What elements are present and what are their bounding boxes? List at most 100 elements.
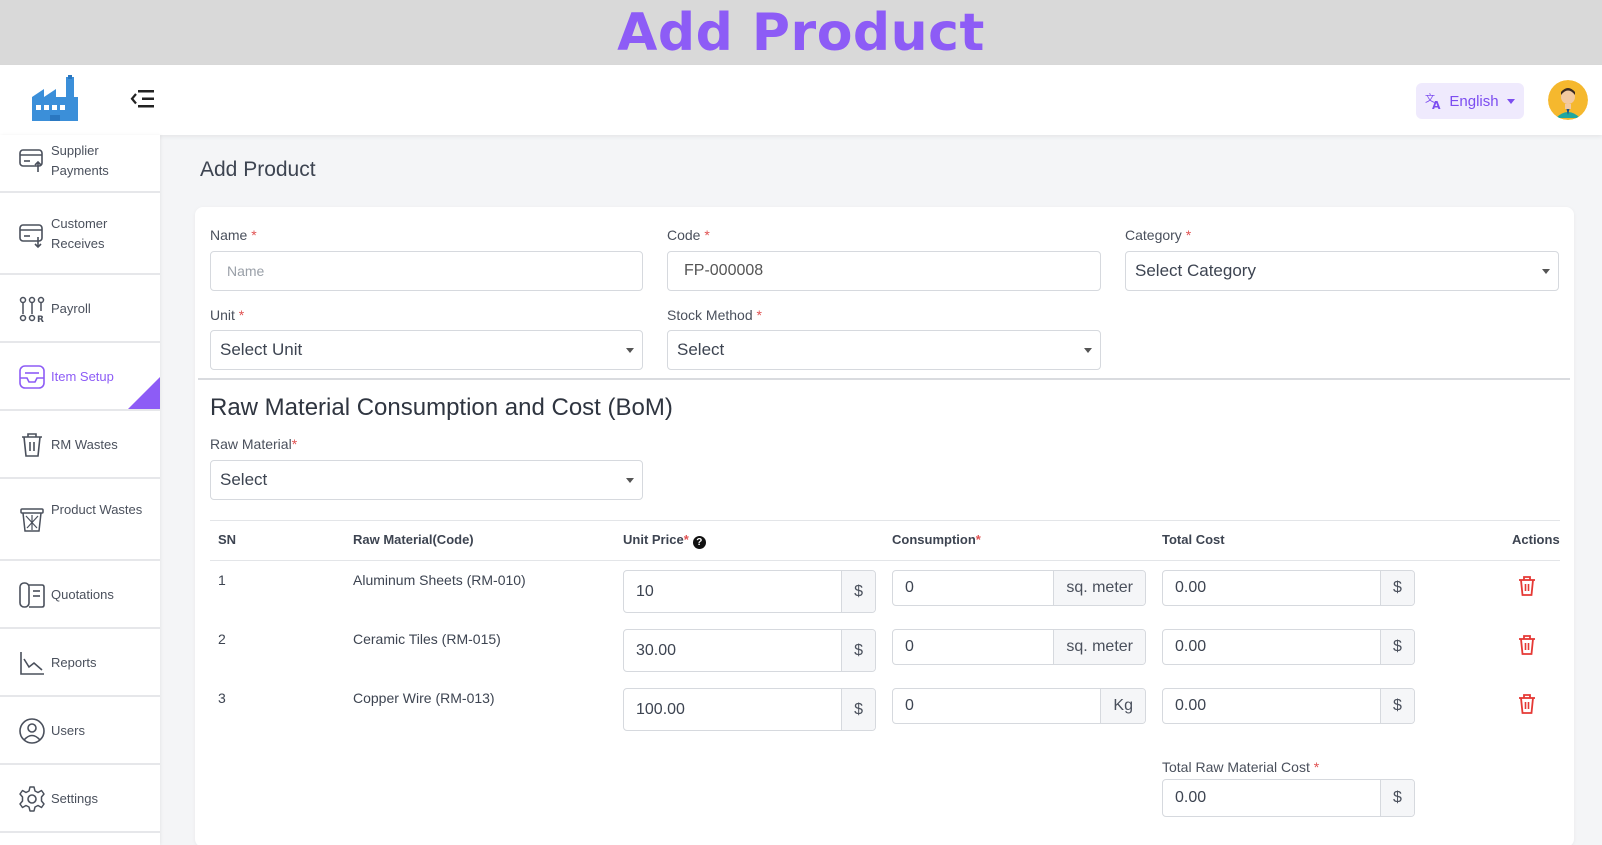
banner: Add Product: [0, 0, 1602, 65]
trash-icon: [22, 433, 42, 457]
chart-line-icon: [20, 652, 44, 675]
factory-logo-icon[interactable]: [32, 75, 80, 123]
active-indicator: [128, 377, 160, 409]
raw-material-label: Raw Material*: [210, 436, 298, 452]
sidebar-item-label: Product Wastes: [51, 502, 143, 517]
code-label: Code *: [667, 227, 710, 243]
sidebar-item-label: Customer Receives: [51, 216, 108, 251]
column-header-sn: SN: [218, 532, 237, 547]
chevron-down-icon: [1542, 269, 1550, 274]
unit-price-input[interactable]: 30.00 $: [623, 629, 876, 672]
sidebar-item-settings[interactable]: Settings: [0, 765, 160, 833]
table-header-border: [210, 560, 1560, 561]
currency-addon: $: [1380, 780, 1414, 816]
sidebar-item-label: Supplier Payments: [51, 143, 109, 178]
sidebar-item-reports[interactable]: Reports: [0, 629, 160, 697]
unit-addon: sq. meter: [1053, 571, 1145, 605]
user-avatar[interactable]: [1548, 80, 1588, 120]
sidebar-item-label: Settings: [51, 791, 98, 806]
waste-basket-icon: [20, 508, 44, 532]
column-header-unit-price: Unit Price*?: [623, 532, 706, 549]
bom-section-title: Raw Material Consumption and Cost (BoM): [210, 394, 673, 421]
help-icon[interactable]: ?: [692, 536, 706, 549]
row-sn: 3: [218, 690, 226, 706]
svg-text:A: A: [1432, 99, 1441, 110]
unit-addon: sq. meter: [1053, 630, 1145, 664]
total-raw-material-cost-label: Total Raw Material Cost *: [1162, 759, 1320, 775]
sidebar-item-label: Reports: [51, 655, 97, 670]
topbar: 文 A English: [0, 65, 1602, 135]
currency-addon: $: [1380, 630, 1414, 664]
section-divider: [198, 378, 1570, 380]
total-cost-input[interactable]: 0.00 $: [1162, 570, 1415, 606]
gear-icon: [19, 786, 45, 812]
customer-receives-icon: [19, 224, 43, 249]
name-label: Name *: [210, 227, 257, 243]
language-label: English: [1449, 92, 1499, 110]
row-material: Ceramic Tiles (RM-015): [353, 631, 501, 647]
quotations-icon: [19, 582, 45, 608]
chevron-down-icon: [626, 478, 634, 483]
delete-row-icon[interactable]: [1517, 693, 1537, 715]
row-material: Aluminum Sheets (RM-010): [353, 572, 526, 588]
menu-collapse-icon[interactable]: [130, 87, 156, 111]
sidebar: Supplier Payments Customer Receives R Pa…: [0, 135, 160, 845]
currency-addon: $: [1380, 571, 1414, 605]
consumption-input[interactable]: 0 sq. meter: [892, 629, 1146, 665]
unit-price-input[interactable]: 10 $: [623, 570, 876, 613]
unit-addon: Kg: [1100, 689, 1145, 723]
row-sn: 1: [218, 572, 226, 588]
sidebar-item-customer-receives[interactable]: Customer Receives: [0, 193, 160, 275]
sidebar-item-supplier-payments[interactable]: Supplier Payments: [0, 135, 160, 193]
stock-method-select[interactable]: Select: [667, 330, 1101, 370]
total-raw-material-cost-input[interactable]: 0.00 $: [1162, 779, 1415, 817]
unit-select[interactable]: Select Unit: [210, 330, 643, 370]
consumption-input[interactable]: 0 Kg: [892, 688, 1146, 724]
column-header-total-cost: Total Cost: [1162, 532, 1225, 547]
sidebar-item-product-wastes[interactable]: Product Wastes: [0, 479, 160, 561]
table-top-border: [210, 520, 1560, 521]
total-cost-input[interactable]: 0.00 $: [1162, 629, 1415, 665]
currency-addon: $: [841, 689, 875, 730]
translate-icon: 文 A: [1425, 92, 1441, 110]
currency-addon: $: [1380, 689, 1414, 723]
unit-label: Unit *: [210, 307, 245, 323]
category-label: Category *: [1125, 227, 1192, 243]
category-select[interactable]: Select Category: [1125, 251, 1559, 291]
column-header-actions: Actions: [1512, 532, 1560, 547]
sidebar-item-label: Users: [51, 723, 85, 738]
name-input[interactable]: Name: [210, 251, 643, 291]
sidebar-item-label: RM Wastes: [51, 437, 118, 452]
sidebar-item-payroll[interactable]: R Payroll: [0, 275, 160, 343]
add-product-form: [195, 207, 1574, 845]
row-sn: 2: [218, 631, 226, 647]
currency-addon: $: [841, 630, 875, 671]
column-header-consumption: Consumption*: [892, 532, 981, 547]
delete-row-icon[interactable]: [1517, 634, 1537, 656]
consumption-input[interactable]: 0 sq. meter: [892, 570, 1146, 606]
chevron-down-icon: [1084, 348, 1092, 353]
total-cost-input[interactable]: 0.00 $: [1162, 688, 1415, 724]
raw-material-select[interactable]: Select: [210, 460, 643, 500]
sidebar-item-label: Payroll: [51, 301, 91, 316]
item-setup-icon: [19, 365, 45, 389]
delete-row-icon[interactable]: [1517, 575, 1537, 597]
sidebar-item-label: Quotations: [51, 587, 114, 602]
sidebar-item-item-setup[interactable]: Item Setup: [0, 343, 160, 411]
chevron-down-icon: [626, 348, 634, 353]
unit-price-input[interactable]: 100.00 $: [623, 688, 876, 731]
language-dropdown[interactable]: 文 A English: [1416, 83, 1524, 119]
chevron-down-icon: [1506, 98, 1515, 104]
page-title: Add Product: [200, 158, 316, 181]
payroll-icon: R: [19, 296, 45, 323]
sidebar-item-quotations[interactable]: Quotations: [0, 561, 160, 629]
supplier-payments-icon: [19, 149, 43, 172]
sidebar-item-rm-wastes[interactable]: RM Wastes: [0, 411, 160, 479]
row-material: Copper Wire (RM-013): [353, 690, 495, 706]
currency-addon: $: [841, 571, 875, 612]
code-input[interactable]: FP-000008: [667, 251, 1101, 291]
banner-title: Add Product: [617, 3, 985, 63]
sidebar-item-users[interactable]: Users: [0, 697, 160, 765]
stock-method-label: Stock Method *: [667, 307, 762, 323]
user-circle-icon: [19, 718, 45, 744]
